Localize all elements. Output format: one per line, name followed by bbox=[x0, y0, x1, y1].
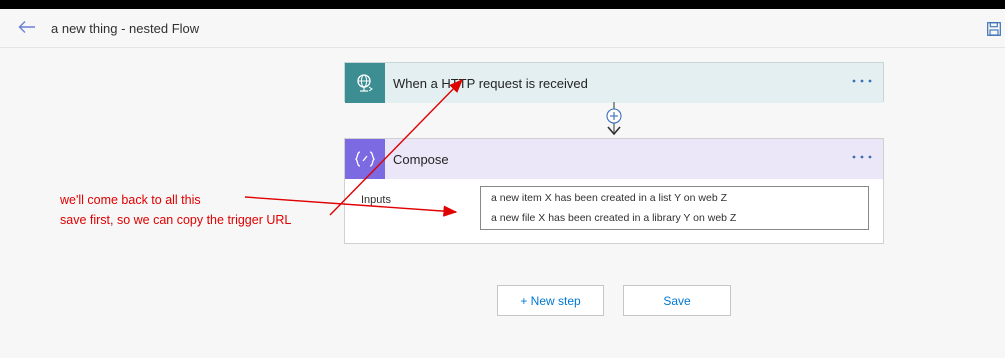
ellipsis-icon[interactable] bbox=[851, 73, 873, 89]
input-line: a new file X has been created in a libra… bbox=[491, 212, 737, 224]
save-button[interactable]: Save bbox=[623, 285, 731, 316]
trigger-card-header[interactable]: When a HTTP request is received bbox=[345, 63, 883, 103]
header-bar: a new thing - nested Flow bbox=[0, 9, 1005, 48]
input-line: a new item X has been created in a list … bbox=[491, 192, 727, 204]
annotation-text: save first, so we can copy the trigger U… bbox=[60, 213, 292, 227]
trigger-card[interactable]: When a HTTP request is received bbox=[344, 62, 884, 103]
globe-request-icon bbox=[345, 63, 385, 103]
page-title: a new thing - nested Flow bbox=[51, 21, 200, 36]
annotation-text: we'll come back to all this bbox=[60, 193, 201, 207]
compose-card-title: Compose bbox=[393, 152, 449, 167]
inputs-label: Inputs bbox=[361, 194, 391, 206]
connector-arrow bbox=[606, 102, 622, 136]
curly-braces-icon bbox=[345, 139, 385, 179]
compose-card[interactable]: Compose Inputs a new item X has been cre… bbox=[344, 138, 884, 244]
top-black-bar bbox=[0, 0, 1005, 9]
trigger-card-title: When a HTTP request is received bbox=[393, 76, 588, 91]
ellipsis-icon[interactable] bbox=[851, 149, 873, 165]
new-step-button[interactable]: + New step bbox=[497, 285, 604, 316]
floppy-disk-icon[interactable] bbox=[987, 22, 1001, 36]
inputs-field[interactable]: a new item X has been created in a list … bbox=[480, 186, 869, 230]
plus-circle-icon[interactable] bbox=[606, 108, 622, 124]
back-arrow-icon[interactable] bbox=[18, 20, 36, 34]
compose-card-header[interactable]: Compose bbox=[345, 139, 883, 179]
